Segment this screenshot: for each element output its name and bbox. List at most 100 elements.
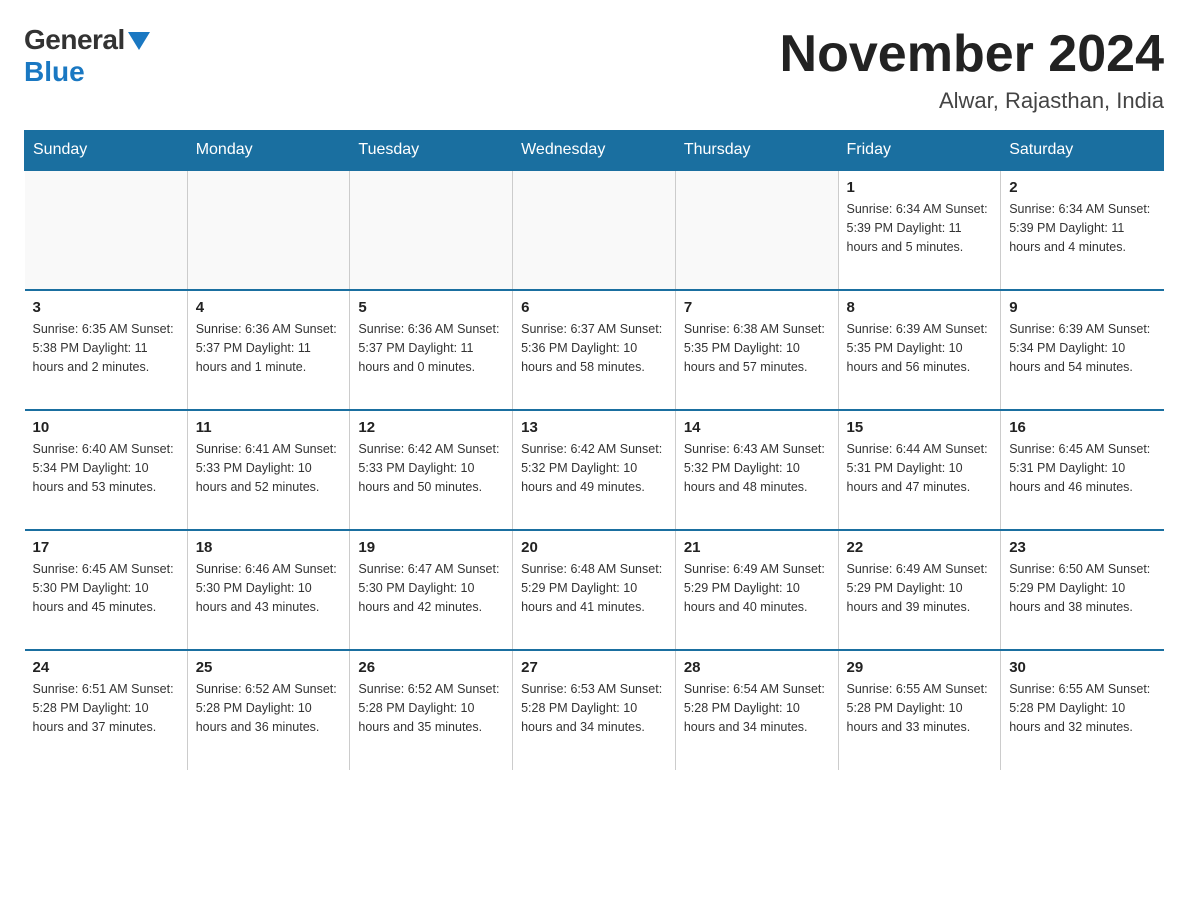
day-number: 11 — [196, 419, 342, 436]
day-info: Sunrise: 6:37 AM Sunset: 5:36 PM Dayligh… — [521, 320, 667, 376]
day-info: Sunrise: 6:49 AM Sunset: 5:29 PM Dayligh… — [684, 560, 830, 616]
day-info: Sunrise: 6:54 AM Sunset: 5:28 PM Dayligh… — [684, 680, 830, 736]
day-info: Sunrise: 6:38 AM Sunset: 5:35 PM Dayligh… — [684, 320, 830, 376]
calendar-cell: 1Sunrise: 6:34 AM Sunset: 5:39 PM Daylig… — [838, 170, 1001, 290]
logo: General Blue — [24, 24, 150, 88]
day-info: Sunrise: 6:41 AM Sunset: 5:33 PM Dayligh… — [196, 440, 342, 496]
calendar-cell: 20 Sunrise: 6:48 AM Sunset: 5:29 PM Dayli… — [513, 530, 676, 650]
day-number: 28 — [684, 659, 830, 676]
calendar-cell: 22 Sunrise: 6:49 AM Sunset: 5:29 PM Dayli… — [838, 530, 1001, 650]
day-number: 12 — [358, 419, 504, 436]
calendar-cell: 29 Sunrise: 6:55 AM Sunset: 5:28 PM Dayli… — [838, 650, 1001, 770]
header-day-thursday: Thursday — [675, 131, 838, 171]
calendar-cell: 14 Sunrise: 6:43 AM Sunset: 5:32 PM Dayli… — [675, 410, 838, 530]
day-number: 3 — [33, 299, 179, 316]
calendar-cell: 25Sunrise: 6:52 AM Sunset: 5:28 PM Dayli… — [187, 650, 350, 770]
calendar-cell: 30Sunrise: 6:55 AM Sunset: 5:28 PM Dayli… — [1001, 650, 1164, 770]
calendar-cell: 16 Sunrise: 6:45 AM Sunset: 5:31 PM Dayli… — [1001, 410, 1164, 530]
week-row-0: 1 Sunrise: 6:34 AM Sunset: 5:39 PM Daylig… — [25, 170, 1164, 290]
day-number: 29 — [847, 659, 993, 676]
day-info: Sunrise: 6:44 AM Sunset: 5:31 PM Dayligh… — [847, 440, 993, 496]
day-number: 1 — [847, 179, 993, 196]
day-info: Sunrise: 6:34 AM Sunset: 5:39 PM Dayligh… — [1009, 200, 1155, 256]
day-number: 16 — [1009, 419, 1155, 436]
day-info: Sunrise: 6:51 AM Sunset: 5:28 PM Dayligh… — [33, 680, 179, 736]
day-number: 6 — [521, 299, 667, 316]
day-number: 17 — [33, 539, 179, 556]
header-day-monday: Monday — [187, 131, 350, 171]
calendar-cell — [513, 170, 676, 290]
day-info: Sunrise: 6:53 AM Sunset: 5:28 PM Dayligh… — [521, 680, 667, 736]
calendar-cell: 23 Sunrise: 6:50 AM Sunset: 5:29 PM Dayli… — [1001, 530, 1164, 650]
day-info: Sunrise: 6:50 AM Sunset: 5:29 PM Dayligh… — [1009, 560, 1155, 616]
day-number: 22 — [847, 539, 993, 556]
day-info: Sunrise: 6:48 AM Sunset: 5:29 PM Dayligh… — [521, 560, 667, 616]
calendar-cell: 24Sunrise: 6:51 AM Sunset: 5:28 PM Dayli… — [25, 650, 188, 770]
day-info: Sunrise: 6:55 AM Sunset: 5:28 PM Dayligh… — [1009, 680, 1155, 736]
week-row-4: 24Sunrise: 6:51 AM Sunset: 5:28 PM Dayli… — [25, 650, 1164, 770]
week-row-3: 17 Sunrise: 6:45 AM Sunset: 5:30 PM Dayli… — [25, 530, 1164, 650]
calendar-cell: 19 Sunrise: 6:47 AM Sunset: 5:30 PM Dayli… — [350, 530, 513, 650]
calendar-cell: 7 Sunrise: 6:38 AM Sunset: 5:35 PM Daylig… — [675, 290, 838, 410]
day-info: Sunrise: 6:42 AM Sunset: 5:32 PM Dayligh… — [521, 440, 667, 496]
day-number: 10 — [33, 419, 179, 436]
day-number: 9 — [1009, 299, 1155, 316]
title-block: November 2024 Alwar, Rajasthan, India — [780, 24, 1164, 114]
day-number: 7 — [684, 299, 830, 316]
day-number: 21 — [684, 539, 830, 556]
week-row-2: 10 Sunrise: 6:40 AM Sunset: 5:34 PM Dayli… — [25, 410, 1164, 530]
day-info: Sunrise: 6:36 AM Sunset: 5:37 PM Dayligh… — [358, 320, 504, 376]
calendar-cell: 5 Sunrise: 6:36 AM Sunset: 5:37 PM Daylig… — [350, 290, 513, 410]
header-day-sunday: Sunday — [25, 131, 188, 171]
calendar-cell: 27Sunrise: 6:53 AM Sunset: 5:28 PM Dayli… — [513, 650, 676, 770]
calendar-cell: 2 Sunrise: 6:34 AM Sunset: 5:39 PM Daylig… — [1001, 170, 1164, 290]
calendar-cell — [675, 170, 838, 290]
day-info: Sunrise: 6:36 AM Sunset: 5:37 PM Dayligh… — [196, 320, 342, 376]
week-row-1: 3 Sunrise: 6:35 AM Sunset: 5:38 PM Daylig… — [25, 290, 1164, 410]
day-number: 14 — [684, 419, 830, 436]
page-header: General Blue November 2024 Alwar, Rajast… — [24, 24, 1164, 114]
day-info: Sunrise: 6:42 AM Sunset: 5:33 PM Dayligh… — [358, 440, 504, 496]
calendar-cell — [25, 170, 188, 290]
day-info: Sunrise: 6:52 AM Sunset: 5:28 PM Dayligh… — [358, 680, 504, 736]
day-number: 2 — [1009, 179, 1155, 196]
day-number: 15 — [847, 419, 993, 436]
day-info: Sunrise: 6:45 AM Sunset: 5:30 PM Dayligh… — [33, 560, 179, 616]
day-info: Sunrise: 6:49 AM Sunset: 5:29 PM Dayligh… — [847, 560, 993, 616]
calendar-cell: 21 Sunrise: 6:49 AM Sunset: 5:29 PM Dayli… — [675, 530, 838, 650]
calendar-cell: 8Sunrise: 6:39 AM Sunset: 5:35 PM Daylig… — [838, 290, 1001, 410]
day-number: 19 — [358, 539, 504, 556]
location-text: Alwar, Rajasthan, India — [780, 88, 1164, 114]
calendar-header: SundayMondayTuesdayWednesdayThursdayFrid… — [25, 131, 1164, 171]
day-number: 20 — [521, 539, 667, 556]
header-day-saturday: Saturday — [1001, 131, 1164, 171]
calendar-cell: 10 Sunrise: 6:40 AM Sunset: 5:34 PM Dayli… — [25, 410, 188, 530]
calendar-cell: 6 Sunrise: 6:37 AM Sunset: 5:36 PM Daylig… — [513, 290, 676, 410]
day-info: Sunrise: 6:46 AM Sunset: 5:30 PM Dayligh… — [196, 560, 342, 616]
calendar-cell: 26Sunrise: 6:52 AM Sunset: 5:28 PM Dayli… — [350, 650, 513, 770]
calendar-cell: 18 Sunrise: 6:46 AM Sunset: 5:30 PM Dayli… — [187, 530, 350, 650]
day-info: Sunrise: 6:45 AM Sunset: 5:31 PM Dayligh… — [1009, 440, 1155, 496]
day-info: Sunrise: 6:47 AM Sunset: 5:30 PM Dayligh… — [358, 560, 504, 616]
calendar-cell: 3 Sunrise: 6:35 AM Sunset: 5:38 PM Daylig… — [25, 290, 188, 410]
month-title: November 2024 — [780, 24, 1164, 84]
logo-triangle-icon — [128, 32, 150, 50]
calendar-cell: 28 Sunrise: 6:54 AM Sunset: 5:28 PM Dayli… — [675, 650, 838, 770]
day-info: Sunrise: 6:55 AM Sunset: 5:28 PM Dayligh… — [847, 680, 993, 736]
day-number: 23 — [1009, 539, 1155, 556]
day-info: Sunrise: 6:52 AM Sunset: 5:28 PM Dayligh… — [196, 680, 342, 736]
day-info: Sunrise: 6:39 AM Sunset: 5:34 PM Dayligh… — [1009, 320, 1155, 376]
day-number: 13 — [521, 419, 667, 436]
day-info: Sunrise: 6:40 AM Sunset: 5:34 PM Dayligh… — [33, 440, 179, 496]
calendar-cell: 15 Sunrise: 6:44 AM Sunset: 5:31 PM Dayli… — [838, 410, 1001, 530]
header-day-tuesday: Tuesday — [350, 131, 513, 171]
logo-general-text: General — [24, 24, 125, 56]
calendar-table: SundayMondayTuesdayWednesdayThursdayFrid… — [24, 130, 1164, 770]
calendar-cell: 17 Sunrise: 6:45 AM Sunset: 5:30 PM Dayli… — [25, 530, 188, 650]
day-number: 18 — [196, 539, 342, 556]
day-number: 8 — [847, 299, 993, 316]
header-day-wednesday: Wednesday — [513, 131, 676, 171]
day-info: Sunrise: 6:35 AM Sunset: 5:38 PM Dayligh… — [33, 320, 179, 376]
day-info: Sunrise: 6:43 AM Sunset: 5:32 PM Dayligh… — [684, 440, 830, 496]
day-number: 5 — [358, 299, 504, 316]
